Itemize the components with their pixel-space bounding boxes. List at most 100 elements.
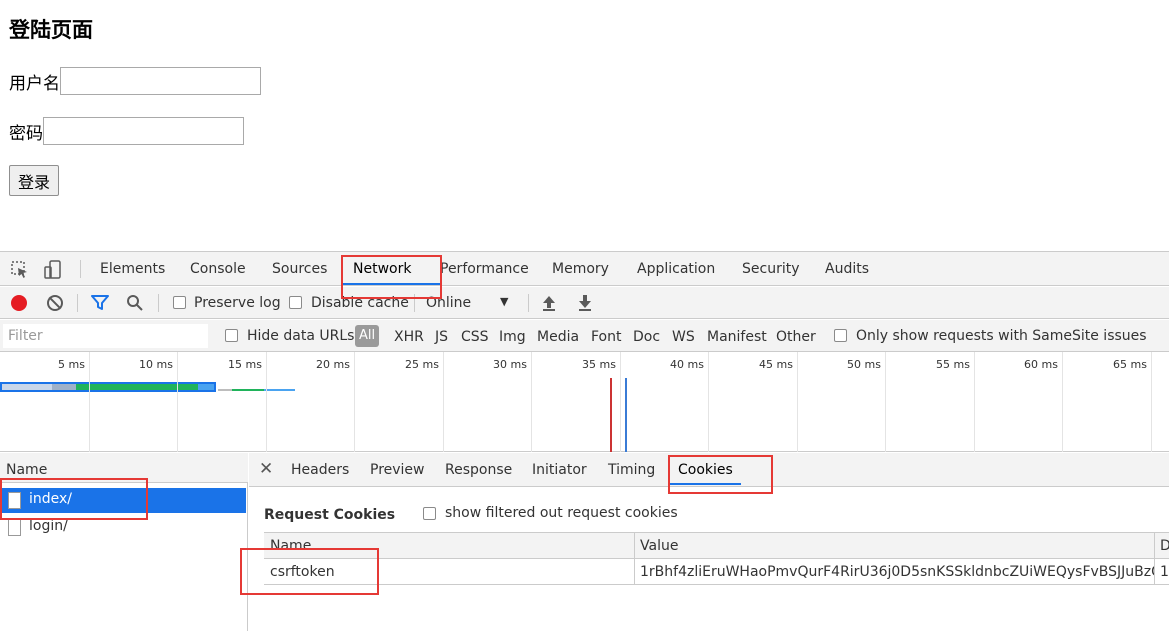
- timeline-tick-label: 45 ms: [759, 358, 793, 371]
- export-har-icon[interactable]: [577, 294, 593, 312]
- timeline-tick-label: 40 ms: [670, 358, 704, 371]
- cookie-value: 1rBhf4zliEruWHaoPmvQurF4RirU36j0D5snKSSk…: [640, 564, 1154, 580]
- import-har-icon[interactable]: [541, 294, 557, 312]
- table-row[interactable]: csrftoken 1rBhf4zliEruWHaoPmvQurF4RirU36…: [264, 559, 1169, 585]
- tab-security[interactable]: Security: [742, 261, 800, 277]
- type-filter-img[interactable]: Img: [499, 329, 526, 345]
- annotation-box-network-tab: [341, 255, 442, 299]
- cookie-domain: 1: [1160, 564, 1169, 580]
- search-icon[interactable]: [126, 294, 144, 312]
- inspect-element-icon[interactable]: [10, 260, 30, 280]
- type-filter-css[interactable]: CSS: [461, 329, 489, 345]
- password-row: 密码: [9, 117, 244, 145]
- timeline-tick-label: 10 ms: [139, 358, 173, 371]
- samesite-checkbox[interactable]: [834, 329, 847, 342]
- preserve-log-checkbox[interactable]: [173, 296, 186, 309]
- password-label: 密码: [9, 123, 43, 144]
- timeline-grid-line: [177, 352, 178, 452]
- request-bar-download: [198, 384, 214, 390]
- toolbar-separator: [528, 294, 529, 312]
- domcontentloaded-marker: [625, 378, 627, 452]
- timeline-tick-label: 30 ms: [493, 358, 527, 371]
- record-icon[interactable]: [11, 295, 27, 311]
- tab-preview[interactable]: Preview: [370, 462, 425, 478]
- document-icon: [8, 519, 21, 536]
- filter-input[interactable]: [3, 324, 208, 348]
- timeline-grid-line: [797, 352, 798, 452]
- tab-timing[interactable]: Timing: [608, 462, 655, 478]
- timeline-grid-line: [1062, 352, 1063, 452]
- timeline-grid-line: [708, 352, 709, 452]
- type-filter-xhr[interactable]: XHR: [394, 329, 424, 345]
- filter-icon[interactable]: [91, 295, 109, 311]
- toolbar-separator: [158, 294, 159, 312]
- column-divider: [1154, 533, 1155, 585]
- timeline-grid-line: [266, 352, 267, 452]
- type-filter-manifest[interactable]: Manifest: [707, 329, 767, 345]
- load-event-marker: [610, 378, 612, 452]
- annotation-box-index-request: [0, 478, 148, 520]
- devtools-tabbar: Elements Console Sources Network Perform…: [0, 252, 1169, 286]
- timeline-tick-label: 50 ms: [847, 358, 881, 371]
- timeline-tick-label: 25 ms: [405, 358, 439, 371]
- type-filter-media[interactable]: Media: [537, 329, 579, 345]
- type-filter-doc[interactable]: Doc: [633, 329, 660, 345]
- request-bar-login-queue: [218, 389, 232, 391]
- page-title: 登陆页面: [9, 18, 93, 42]
- hide-data-urls-label: Hide data URLs: [247, 328, 355, 344]
- timeline-grid-line: [443, 352, 444, 452]
- cookies-table-header: Name Value D: [264, 533, 1169, 559]
- tab-response[interactable]: Response: [445, 462, 512, 478]
- preserve-log-label: Preserve log: [194, 295, 281, 311]
- type-filter-other[interactable]: Other: [776, 329, 816, 345]
- tab-performance[interactable]: Performance: [440, 261, 529, 277]
- username-label: 用户名: [9, 73, 60, 94]
- timeline-tick-label: 35 ms: [582, 358, 616, 371]
- timeline-tick-label: 65 ms: [1113, 358, 1147, 371]
- tab-headers[interactable]: Headers: [291, 462, 349, 478]
- timeline-grid-line: [885, 352, 886, 452]
- filter-bar: Hide data URLs All XHR JS CSS Img Media …: [0, 320, 1169, 352]
- show-filtered-cookies-label: show filtered out request cookies: [445, 505, 678, 521]
- login-button[interactable]: 登录: [9, 165, 60, 196]
- type-filter-js[interactable]: JS: [435, 329, 448, 345]
- clear-icon[interactable]: [47, 295, 63, 311]
- samesite-label: Only show requests with SameSite issues: [856, 328, 1147, 344]
- show-filtered-cookies-checkbox[interactable]: [423, 507, 436, 520]
- request-bar-stalled: [52, 384, 76, 390]
- network-overview-timeline[interactable]: 5 ms 10 ms 15 ms 20 ms 25 ms 30 ms 35 ms 40 ms 4…: [0, 352, 1169, 452]
- tab-elements[interactable]: Elements: [100, 261, 165, 277]
- tab-initiator[interactable]: Initiator: [532, 462, 587, 478]
- timeline-tick-label: 15 ms: [228, 358, 262, 371]
- tab-audits[interactable]: Audits: [825, 261, 869, 277]
- username-input[interactable]: [60, 67, 261, 95]
- cookie-col-domain[interactable]: D: [1160, 538, 1169, 554]
- cookies-table: Name Value D csrftoken 1rBhf4zliEruWHaoP…: [264, 532, 1169, 585]
- tab-memory[interactable]: Memory: [552, 261, 609, 277]
- type-filter-font[interactable]: Font: [591, 329, 621, 345]
- close-icon[interactable]: ✕: [259, 459, 273, 479]
- disable-cache-checkbox[interactable]: [289, 296, 302, 309]
- cookie-col-value[interactable]: Value: [640, 538, 678, 554]
- device-toolbar-icon[interactable]: [43, 260, 63, 280]
- timeline-grid-line: [620, 352, 621, 452]
- tab-application[interactable]: Application: [637, 261, 715, 277]
- timeline-grid-line: [89, 352, 90, 452]
- timeline-tick-label: 60 ms: [1024, 358, 1058, 371]
- password-input[interactable]: [43, 117, 244, 145]
- timeline-grid-line: [354, 352, 355, 452]
- hide-data-urls-checkbox[interactable]: [225, 329, 238, 342]
- tab-console[interactable]: Console: [190, 261, 246, 277]
- timeline-tick-label: 55 ms: [936, 358, 970, 371]
- column-divider: [634, 533, 635, 585]
- type-filter-all[interactable]: All: [355, 325, 380, 347]
- timeline-grid-line: [974, 352, 975, 452]
- devtools-panel: Elements Console Sources Network Perform…: [0, 251, 1169, 631]
- timeline-tick-label: 20 ms: [316, 358, 350, 371]
- request-cookies-title: Request Cookies: [264, 507, 396, 523]
- request-name: login/: [29, 518, 68, 534]
- timeline-tick-label: 5 ms: [58, 358, 85, 371]
- tab-sources[interactable]: Sources: [272, 261, 327, 277]
- request-bar-queue: [2, 384, 52, 390]
- type-filter-ws[interactable]: WS: [672, 329, 695, 345]
